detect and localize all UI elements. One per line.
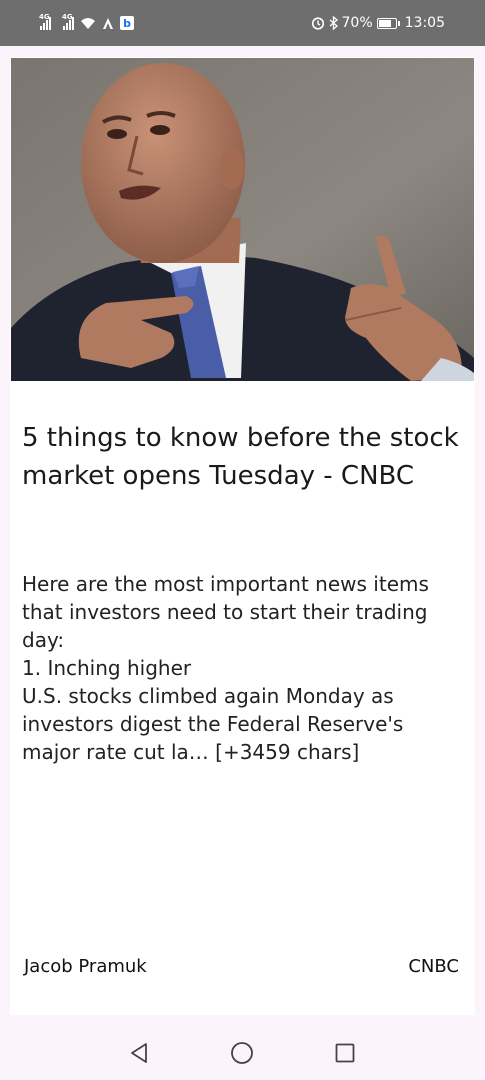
status-bar: 4G 4G b 70% 13:05 [0,0,485,46]
app-badge-icon: b [120,16,134,30]
cell-signal-icon-2: 4G [62,13,74,30]
bluetooth-icon [329,16,338,30]
a-notification-icon [103,17,113,29]
navigation-bar [0,1025,485,1080]
recents-button[interactable] [331,1039,359,1067]
clock: 13:05 [404,15,445,31]
wifi-icon [81,17,95,29]
recents-square-icon [335,1043,355,1063]
alarm-icon [311,17,324,30]
back-button[interactable] [125,1039,153,1067]
article-card[interactable]: 5 things to know before the stock market… [10,57,475,1015]
status-right: 70% 13:05 [311,12,445,34]
home-circle-icon [231,1042,253,1064]
battery-icon [376,17,400,29]
battery-percent: 70% [341,15,373,31]
back-triangle-icon [131,1043,147,1063]
article-author: Jacob Pramuk [24,956,147,977]
article-title[interactable]: 5 things to know before the stock market… [22,419,462,495]
article-source: CNBC [408,956,459,977]
status-left: 4G 4G b [39,12,134,34]
cell-signal-icon: 4G [39,13,51,30]
home-button[interactable] [228,1039,256,1067]
article-body: Here are the most important news items t… [22,572,429,764]
person-illustration [11,58,474,381]
article-image [11,58,474,381]
